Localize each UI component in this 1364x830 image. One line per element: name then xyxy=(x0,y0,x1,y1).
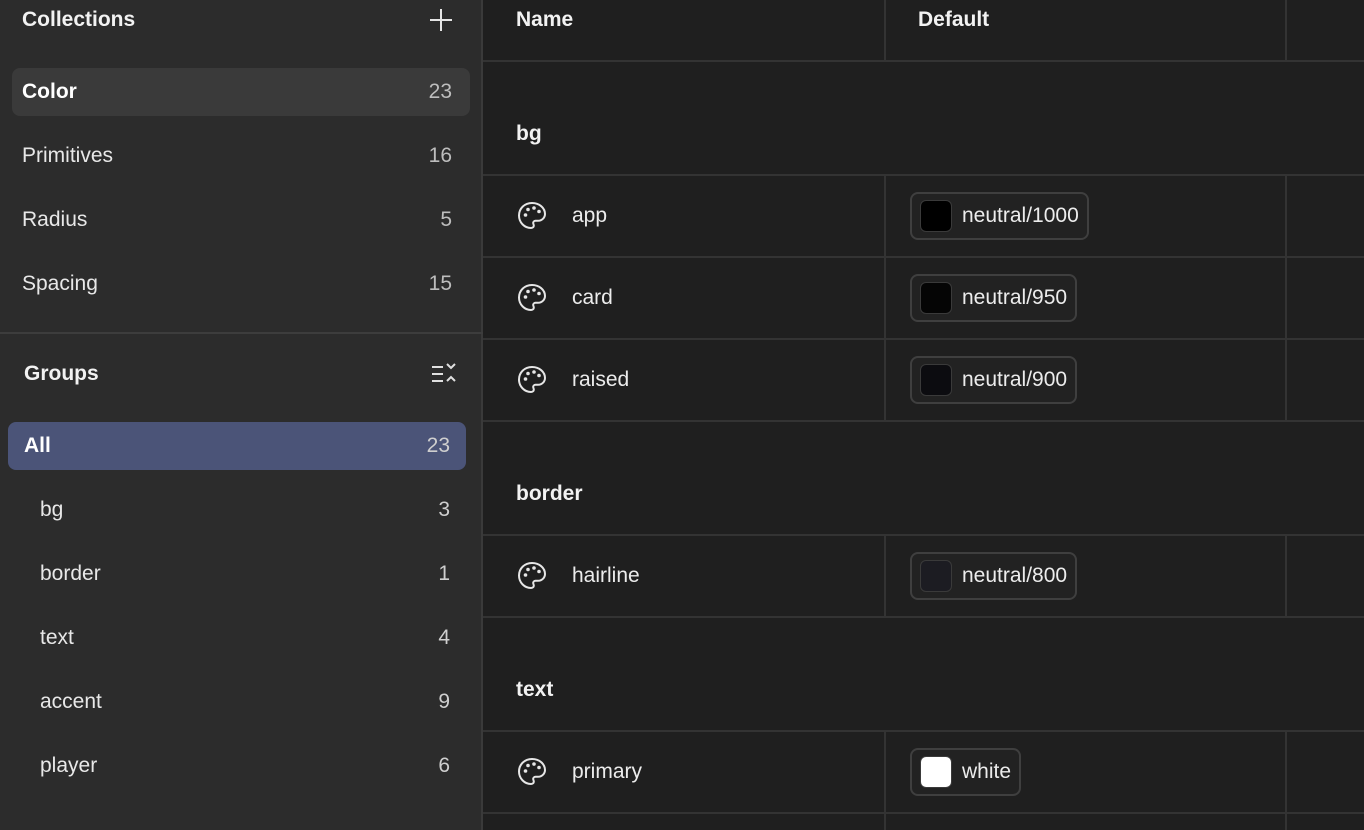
color-swatch xyxy=(920,200,952,232)
groups-title: Groups xyxy=(24,362,99,385)
plus-icon[interactable] xyxy=(429,8,453,32)
value-label: white xyxy=(962,760,1012,783)
collection-label: Color xyxy=(22,80,77,103)
row-divider xyxy=(483,420,1364,422)
value-label: neutral/800 xyxy=(962,564,1068,587)
group-item-accent[interactable]: accent 9 xyxy=(8,678,466,726)
column-divider xyxy=(884,536,886,616)
value-chip[interactable]: neutral/1000 xyxy=(910,192,1089,240)
value-label: neutral/900 xyxy=(962,368,1068,391)
value-chip[interactable]: neutral/800 xyxy=(910,552,1078,600)
collection-count: 23 xyxy=(428,80,452,103)
variable-name: primary xyxy=(572,760,643,783)
collection-count: 5 xyxy=(440,208,452,231)
sidebar: Collections Color 23 Primitives 16 Radiu… xyxy=(0,0,483,830)
collection-item-primitives[interactable]: Primitives 16 xyxy=(12,132,470,180)
value-chip[interactable]: white xyxy=(910,748,1022,796)
group-heading-border: border xyxy=(516,482,583,505)
collections-header: Collections xyxy=(0,0,483,40)
palette-icon xyxy=(517,201,547,230)
palette-icon xyxy=(517,365,547,394)
collection-label: Spacing xyxy=(22,272,98,295)
group-count: 6 xyxy=(438,754,450,777)
table-row[interactable]: app neutral/1000 xyxy=(483,176,1364,256)
collection-item-radius[interactable]: Radius 5 xyxy=(12,196,470,244)
collection-item-color[interactable]: Color 23 xyxy=(12,68,470,116)
value-chip[interactable]: neutral/900 xyxy=(910,356,1078,404)
value-label: neutral/950 xyxy=(962,286,1068,309)
column-divider xyxy=(1285,176,1287,420)
group-label: border xyxy=(40,562,101,585)
group-label: accent xyxy=(40,690,102,713)
table-row[interactable]: primary white xyxy=(483,732,1364,812)
variable-name: raised xyxy=(572,368,630,391)
group-heading-bg: bg xyxy=(516,122,542,145)
groups-header: Groups xyxy=(0,354,483,394)
group-label: player xyxy=(40,754,98,777)
color-swatch xyxy=(920,282,952,314)
group-heading-text: text xyxy=(516,678,554,701)
group-count: 23 xyxy=(426,434,450,457)
palette-icon xyxy=(517,283,547,312)
group-label: bg xyxy=(40,498,64,521)
column-divider xyxy=(884,0,886,60)
column-header-name[interactable]: Name xyxy=(516,0,573,40)
value-label: neutral/1000 xyxy=(962,204,1079,227)
group-label: All xyxy=(24,434,51,457)
group-item-bg[interactable]: bg 3 xyxy=(8,486,466,534)
group-item-player[interactable]: player 6 xyxy=(8,742,466,790)
group-count: 1 xyxy=(438,562,450,585)
table-row[interactable]: card neutral/950 xyxy=(483,258,1364,338)
collection-item-spacing[interactable]: Spacing 15 xyxy=(12,260,470,308)
color-swatch xyxy=(920,560,952,592)
group-count: 9 xyxy=(438,690,450,713)
column-divider xyxy=(1285,0,1287,60)
column-header-default[interactable]: Default xyxy=(918,0,989,40)
group-item-text[interactable]: text 4 xyxy=(8,614,466,662)
collection-count: 16 xyxy=(428,144,452,167)
group-count: 3 xyxy=(438,498,450,521)
group-label: text xyxy=(40,626,74,649)
variables-panel: Collections Color 23 Primitives 16 Radiu… xyxy=(0,0,1364,830)
variable-name: app xyxy=(572,204,608,227)
palette-icon xyxy=(517,561,547,590)
table-row[interactable]: hairline neutral/800 xyxy=(483,536,1364,616)
color-swatch xyxy=(920,756,952,788)
collection-label: Radius xyxy=(22,208,88,231)
collapse-all-icon[interactable] xyxy=(431,361,459,387)
variables-table: Name Default bg app neutral/1000 card ne… xyxy=(483,0,1364,830)
palette-icon xyxy=(517,757,547,786)
group-item-border[interactable]: border 1 xyxy=(8,550,466,598)
variable-name: card xyxy=(572,286,613,309)
collection-label: Primitives xyxy=(22,144,114,167)
row-divider xyxy=(483,812,1364,814)
table-row[interactable]: raised neutral/900 xyxy=(483,340,1364,420)
column-divider xyxy=(884,732,886,830)
collections-title: Collections xyxy=(22,8,136,31)
column-divider xyxy=(1285,732,1287,830)
row-divider xyxy=(483,616,1364,618)
sidebar-divider xyxy=(0,332,483,334)
group-count: 4 xyxy=(438,626,450,649)
column-divider xyxy=(1285,536,1287,616)
color-swatch xyxy=(920,364,952,396)
header-divider xyxy=(483,60,1364,62)
value-chip[interactable]: neutral/950 xyxy=(910,274,1078,322)
collection-count: 15 xyxy=(428,272,452,295)
group-item-all[interactable]: All 23 xyxy=(8,422,466,470)
variable-name: hairline xyxy=(572,564,640,587)
column-divider xyxy=(884,176,886,420)
